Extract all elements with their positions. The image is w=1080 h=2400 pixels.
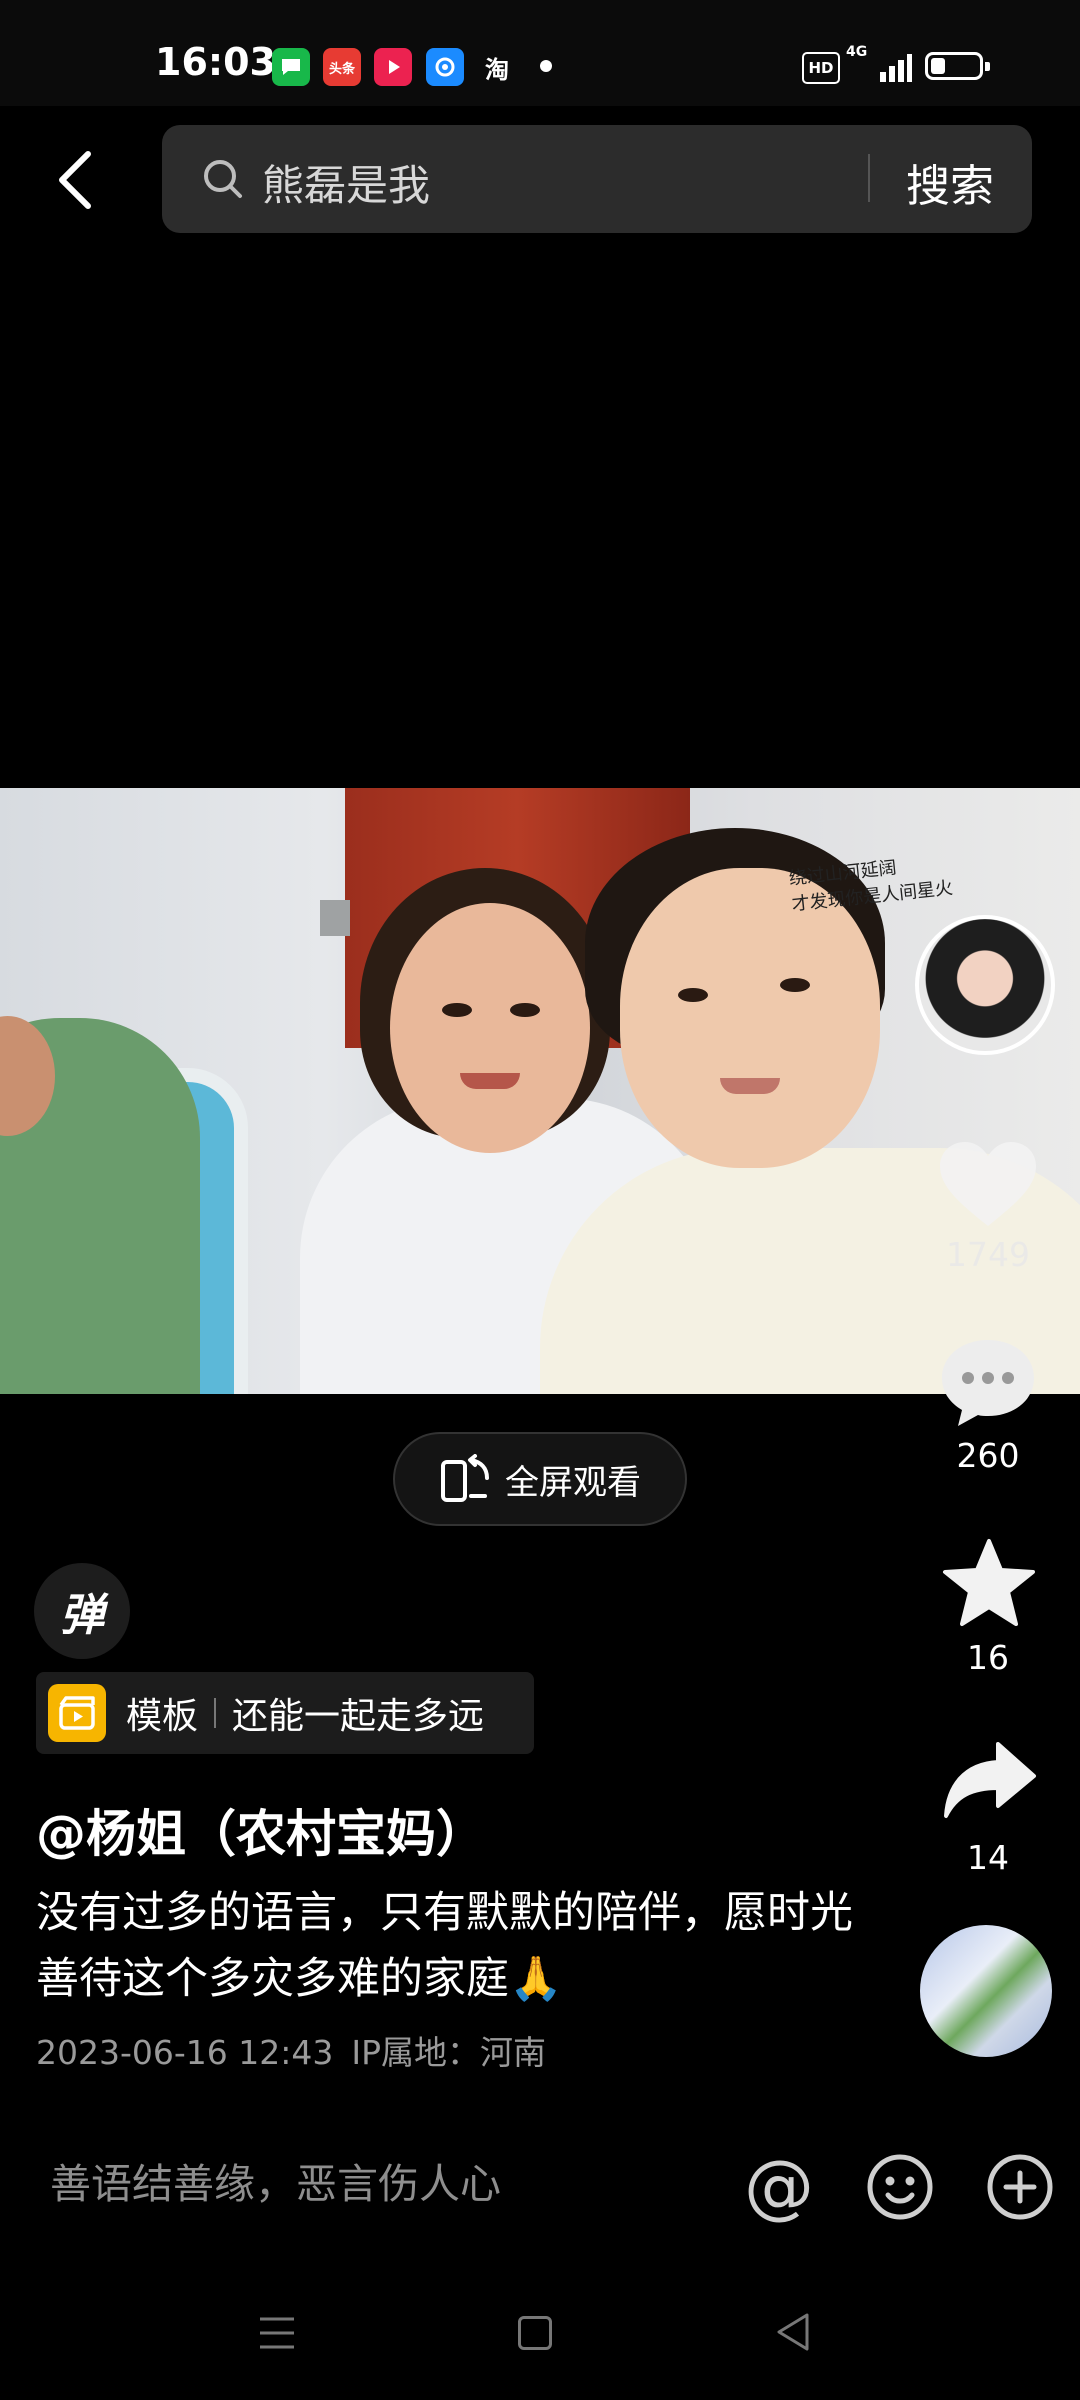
comment-input[interactable]: 善语结善缘，恶言伤人心 xyxy=(50,2150,501,2210)
video-scene-switch xyxy=(320,900,350,936)
status-time: 16:03 xyxy=(155,40,276,84)
toutiao-icon: 头条 xyxy=(323,48,361,86)
post-meta: 2023-06-16 12:43 IP属地：河南 xyxy=(36,2026,546,2074)
favorite-star-icon[interactable] xyxy=(942,1538,1036,1628)
favorite-count: 16 xyxy=(967,1638,1009,1677)
fullscreen-label: 全屏观看 xyxy=(505,1462,641,1503)
emoji-icon[interactable] xyxy=(866,2153,934,2221)
share-count: 14 xyxy=(967,1838,1009,1877)
comment-count: 260 xyxy=(956,1436,1020,1475)
hd-indicator: HD xyxy=(802,52,840,84)
post-location: IP属地：河南 xyxy=(351,2033,547,2072)
share-arrow-icon[interactable] xyxy=(942,1740,1038,1820)
video-scene-woman1-face xyxy=(390,903,590,1153)
back-arrow-icon[interactable] xyxy=(52,148,96,212)
template-name: 还能一起走多远 xyxy=(232,1696,485,1737)
template-clapper-icon xyxy=(48,1684,106,1742)
taobao-icon: 淘 xyxy=(485,55,509,84)
like-heart-icon[interactable] xyxy=(938,1140,1038,1230)
mention-at-icon[interactable]: @ xyxy=(744,2146,814,2226)
music-disc[interactable] xyxy=(920,1925,1052,2057)
search-input[interactable]: 熊磊是我 xyxy=(262,152,430,213)
post-date: 2023-06-16 12:43 xyxy=(36,2033,334,2072)
notification-dot-icon xyxy=(540,60,552,72)
author-name[interactable]: @杨姐（农村宝妈） xyxy=(36,1794,486,1866)
rotate-screen-icon xyxy=(441,1454,489,1502)
template-chip[interactable]: 模板 还能一起走多远 xyxy=(36,1672,534,1754)
nav-menu-icon[interactable] xyxy=(258,2314,296,2352)
like-count: 1749 xyxy=(946,1235,1030,1274)
comment-icon[interactable] xyxy=(938,1336,1038,1428)
nav-home-icon[interactable] xyxy=(518,2316,552,2350)
search-divider xyxy=(868,154,870,202)
search-button[interactable]: 搜索 xyxy=(906,150,994,214)
template-word: 模板 xyxy=(126,1696,199,1737)
video-app-icon xyxy=(374,48,412,86)
author-avatar[interactable] xyxy=(915,915,1055,1055)
video-player[interactable]: 绕过山河延阔 才发现你是人间星火 xyxy=(0,788,1080,1394)
battery-icon xyxy=(925,52,990,80)
nav-back-icon[interactable] xyxy=(775,2312,811,2352)
danmaku-button[interactable]: 弹 xyxy=(34,1563,130,1659)
template-divider xyxy=(214,1698,217,1728)
search-icon xyxy=(204,160,242,198)
browser-icon xyxy=(426,48,464,86)
message-app-icon xyxy=(272,48,310,86)
post-caption: 没有过多的语言，只有默默的陪伴，愿时光善待这个多灾多难的家庭🙏 xyxy=(36,1888,853,2004)
signal-icon xyxy=(880,54,912,82)
add-plus-icon[interactable] xyxy=(986,2153,1054,2221)
fullscreen-button[interactable]: 全屏观看 xyxy=(393,1432,687,1526)
